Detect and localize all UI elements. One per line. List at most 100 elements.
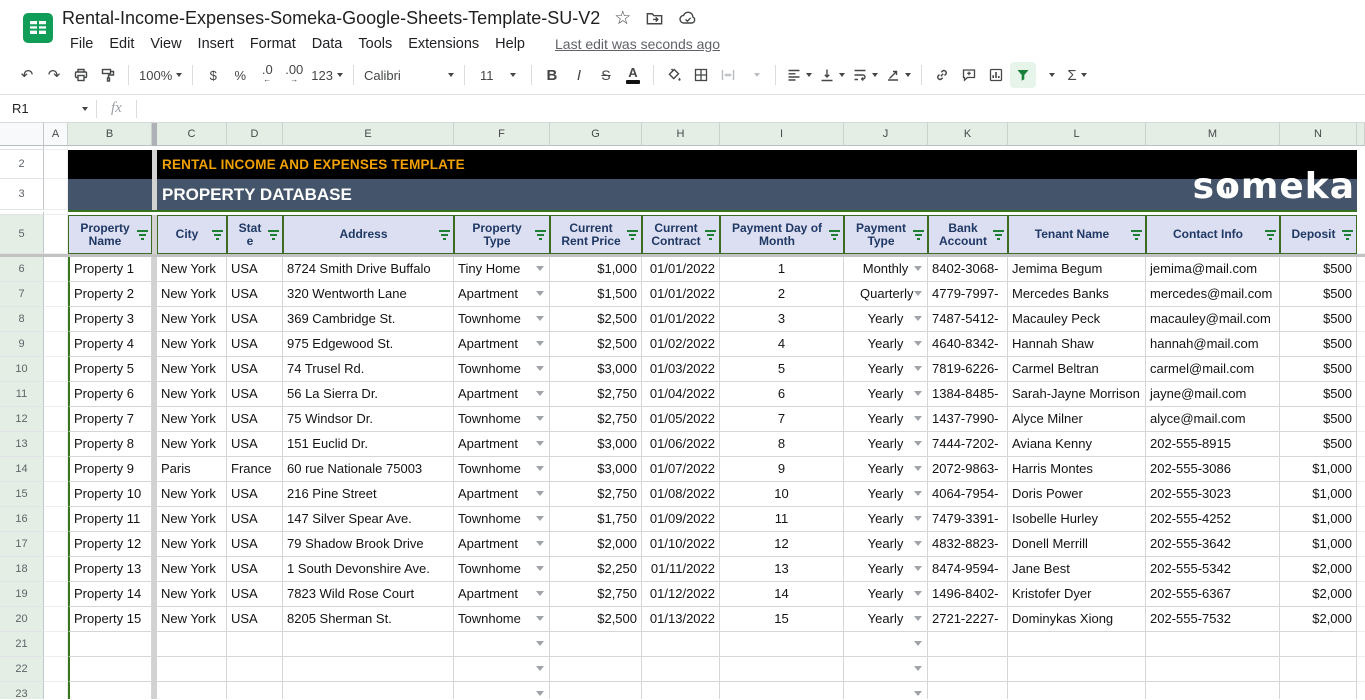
cell[interactable] — [157, 632, 227, 657]
cell[interactable]: Yearly — [844, 432, 928, 457]
cell[interactable]: 01/07/2022 — [642, 457, 720, 482]
cell[interactable]: USA — [227, 582, 283, 607]
cell[interactable]: 1 South Devonshire Ave. — [283, 557, 454, 582]
dropdown-arrow-icon[interactable] — [536, 291, 544, 296]
bold-button[interactable]: B — [539, 62, 565, 88]
dropdown-arrow-icon[interactable] — [536, 416, 544, 421]
cell[interactable]: USA — [227, 507, 283, 532]
cell[interactable]: Yearly — [844, 382, 928, 407]
cell[interactable] — [1146, 682, 1280, 699]
dropdown-arrow-icon[interactable] — [914, 691, 922, 696]
dropdown-arrow-icon[interactable] — [914, 291, 922, 296]
paint-format-button[interactable] — [95, 62, 121, 88]
cell[interactable]: $500 — [1280, 357, 1357, 382]
cell[interactable]: Property 3 — [68, 307, 152, 332]
cell[interactable]: 01/04/2022 — [642, 382, 720, 407]
cell[interactable]: New York — [157, 382, 227, 407]
cell[interactable] — [227, 632, 283, 657]
cell[interactable]: Dominykas Xiong — [1008, 607, 1146, 632]
menu-edit[interactable]: Edit — [101, 36, 142, 52]
row-header[interactable]: 5 — [0, 215, 44, 254]
cell[interactable]: 975 Edgewood St. — [283, 332, 454, 357]
cell[interactable]: $2,250 — [550, 557, 642, 582]
cell[interactable]: $2,750 — [550, 582, 642, 607]
table-column-header[interactable]: Address — [283, 215, 454, 254]
cell[interactable]: 202-555-3023 — [1146, 482, 1280, 507]
cell[interactable]: New York — [157, 482, 227, 507]
cell[interactable]: 202-555-6367 — [1146, 582, 1280, 607]
dropdown-arrow-icon[interactable] — [536, 316, 544, 321]
row-header[interactable]: 8 — [0, 307, 44, 332]
cell[interactable]: Aviana Kenny — [1008, 432, 1146, 457]
cell[interactable]: Yearly — [844, 457, 928, 482]
cell[interactable]: Apartment — [454, 482, 550, 507]
filter-button[interactable] — [1265, 230, 1276, 240]
cell[interactable]: USA — [227, 532, 283, 557]
dropdown-arrow-icon[interactable] — [914, 391, 922, 396]
cell[interactable]: Jemima Begum — [1008, 257, 1146, 282]
cell[interactable] — [44, 282, 68, 307]
cell[interactable]: 01/01/2022 — [642, 282, 720, 307]
cell[interactable]: Sarah-Jayne Morrison — [1008, 382, 1146, 407]
dropdown-arrow-icon[interactable] — [536, 366, 544, 371]
cell[interactable]: 8205 Sherman St. — [283, 607, 454, 632]
cell[interactable] — [550, 657, 642, 682]
name-box[interactable]: R1 — [0, 101, 96, 116]
font-size-select[interactable]: 11 — [472, 62, 524, 88]
text-rotation-button[interactable] — [882, 62, 914, 88]
cell[interactable] — [1280, 657, 1357, 682]
insert-comment-button[interactable] — [956, 62, 982, 88]
cell[interactable]: 01/01/2022 — [642, 257, 720, 282]
cell[interactable]: $1,500 — [550, 282, 642, 307]
cell[interactable]: New York — [157, 257, 227, 282]
filter-options-button[interactable] — [1037, 62, 1063, 88]
cell[interactable] — [844, 682, 928, 699]
cell[interactable]: 202-555-5342 — [1146, 557, 1280, 582]
italic-button[interactable]: I — [566, 62, 592, 88]
filter-button[interactable] — [137, 230, 148, 240]
cell[interactable]: Yearly — [844, 582, 928, 607]
cell[interactable]: Apartment — [454, 382, 550, 407]
cell[interactable]: Yearly — [844, 507, 928, 532]
filter-button[interactable] — [1342, 230, 1353, 240]
cell[interactable] — [1280, 632, 1357, 657]
cell[interactable]: New York — [157, 507, 227, 532]
insert-chart-button[interactable] — [983, 62, 1009, 88]
cell[interactable]: USA — [227, 332, 283, 357]
cell[interactable]: $3,000 — [550, 432, 642, 457]
cell[interactable]: 202-555-3642 — [1146, 532, 1280, 557]
cell[interactable]: 202-555-3086 — [1146, 457, 1280, 482]
cell[interactable]: Townhome — [454, 407, 550, 432]
cell[interactable] — [550, 632, 642, 657]
cell[interactable]: 2 — [720, 282, 844, 307]
row-header[interactable]: 10 — [0, 357, 44, 382]
cell[interactable]: $1,000 — [1280, 457, 1357, 482]
dropdown-arrow-icon[interactable] — [914, 516, 922, 521]
last-edit-status[interactable]: Last edit was seconds ago — [555, 36, 720, 52]
cell[interactable]: New York — [157, 582, 227, 607]
cell[interactable] — [44, 179, 68, 210]
dropdown-arrow-icon[interactable] — [914, 366, 922, 371]
row-header[interactable]: 16 — [0, 507, 44, 532]
cell[interactable]: $1,750 — [550, 507, 642, 532]
cell[interactable]: Property 14 — [68, 582, 152, 607]
table-column-header[interactable]: Contact Info — [1146, 215, 1280, 254]
table-column-header[interactable]: Current Rent Price — [550, 215, 642, 254]
cell[interactable]: 6 — [720, 382, 844, 407]
merge-cells-button[interactable] — [715, 62, 741, 88]
cell[interactable]: jayne@mail.com — [1146, 382, 1280, 407]
cell[interactable]: 202-555-4252 — [1146, 507, 1280, 532]
dropdown-arrow-icon[interactable] — [536, 516, 544, 521]
cell[interactable]: 10 — [720, 482, 844, 507]
cell[interactable]: $1,000 — [1280, 482, 1357, 507]
dropdown-arrow-icon[interactable] — [536, 691, 544, 696]
cell[interactable] — [928, 657, 1008, 682]
cell[interactable]: Monthly — [844, 257, 928, 282]
cell[interactable] — [44, 257, 68, 282]
cell[interactable]: 4064-7954- — [928, 482, 1008, 507]
dropdown-arrow-icon[interactable] — [914, 616, 922, 621]
column-header[interactable]: C — [157, 123, 227, 146]
cell[interactable]: 9 — [720, 457, 844, 482]
cell[interactable] — [44, 457, 68, 482]
filter-button[interactable] — [268, 230, 279, 240]
